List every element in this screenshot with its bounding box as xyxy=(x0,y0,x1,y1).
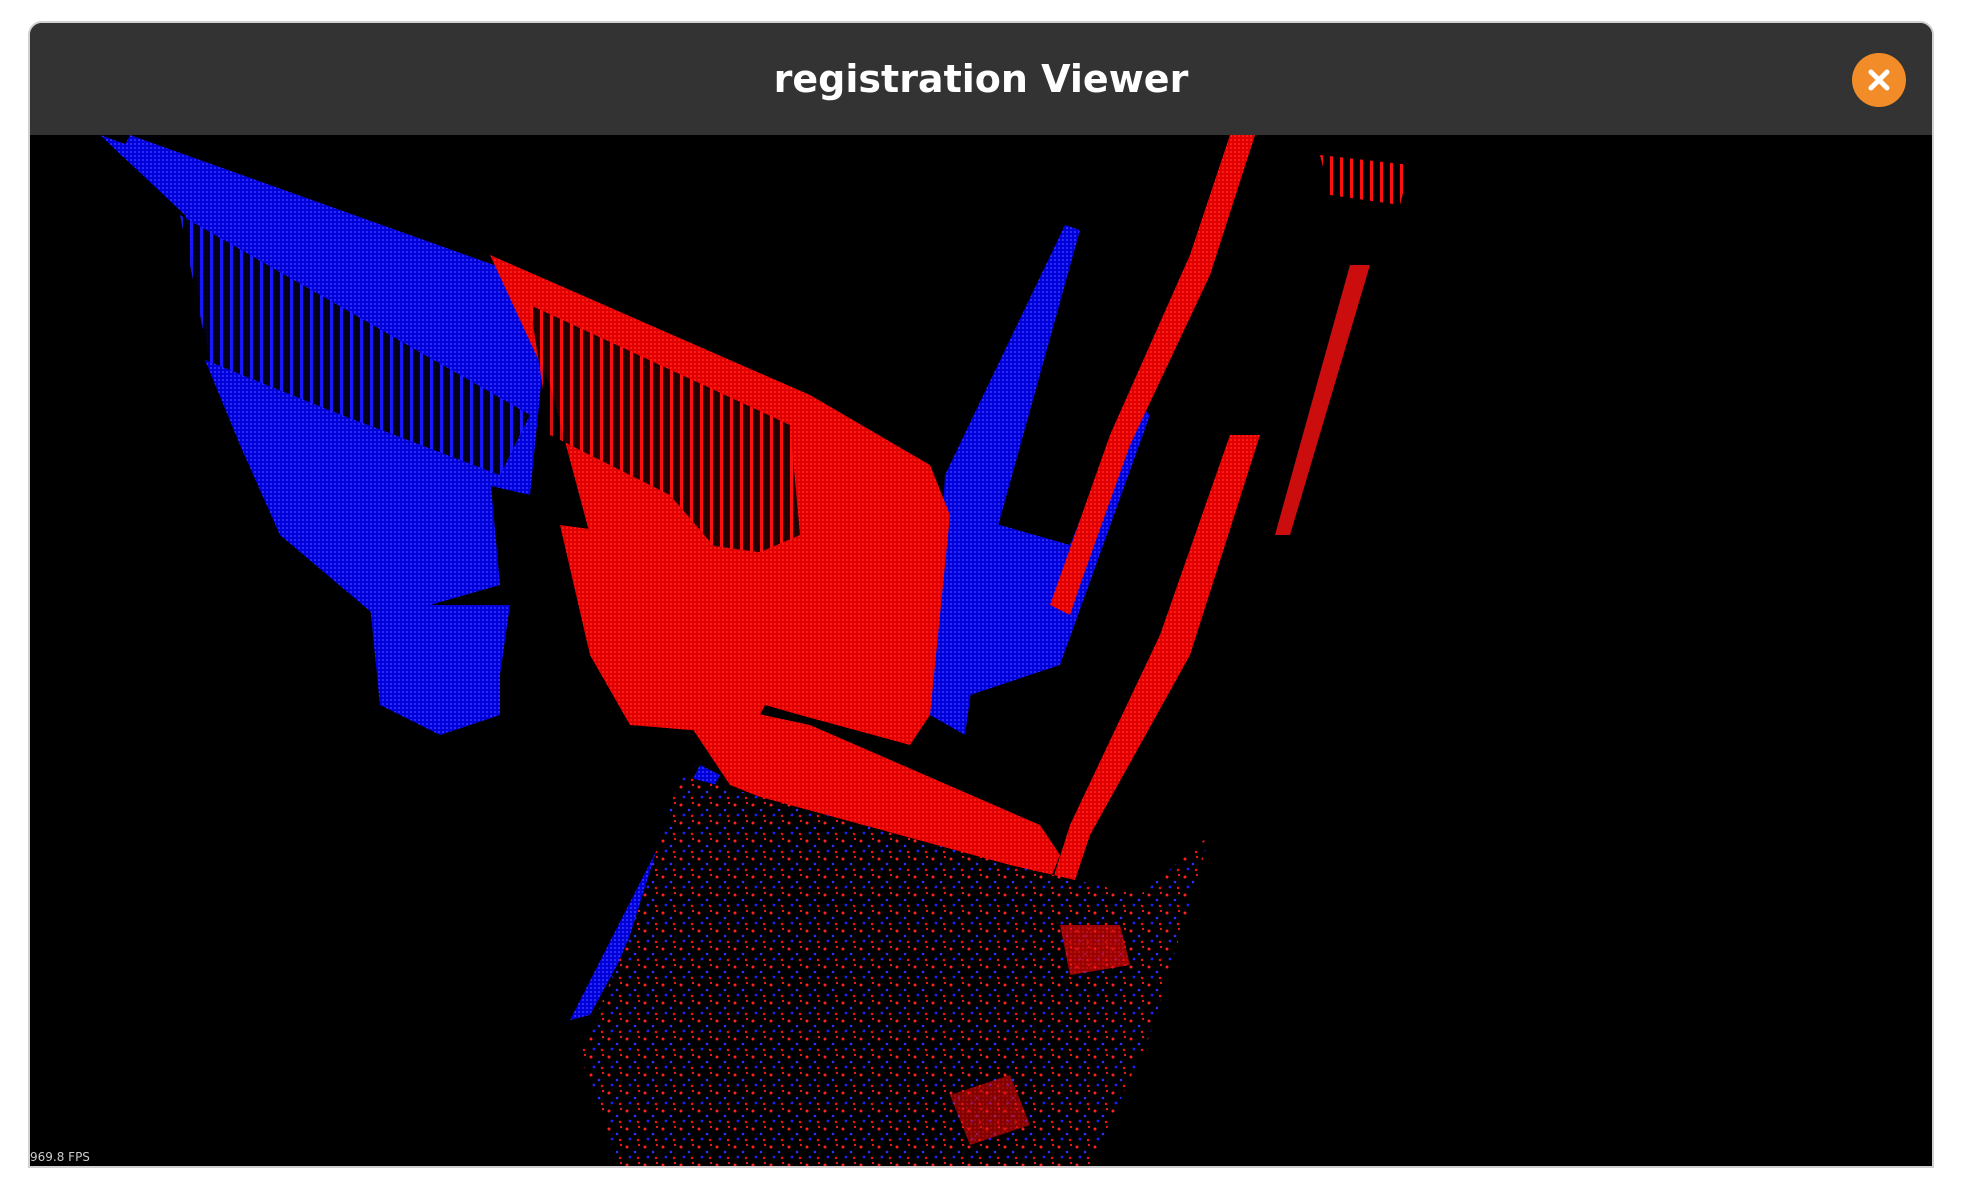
fps-counter: 969.8 FPS xyxy=(30,1150,90,1164)
point-cloud-render xyxy=(100,135,1410,1166)
window-title: registration Viewer xyxy=(773,57,1189,101)
red-cloud-pole xyxy=(1275,265,1370,535)
red-cloud-right-wall xyxy=(1040,435,1260,925)
close-button[interactable] xyxy=(1852,53,1906,107)
close-icon xyxy=(1868,69,1890,91)
viewer-window: registration Viewer 969.8 FPS xyxy=(28,21,1934,1168)
point-cloud-viewport[interactable]: 969.8 FPS xyxy=(30,135,1932,1166)
blue-cloud-balcony xyxy=(370,605,510,735)
red-cloud-balcony xyxy=(560,525,790,735)
vegetation-noise xyxy=(580,775,1210,1166)
red-cloud-top-detail xyxy=(1320,155,1410,205)
title-bar[interactable]: registration Viewer xyxy=(30,23,1932,135)
